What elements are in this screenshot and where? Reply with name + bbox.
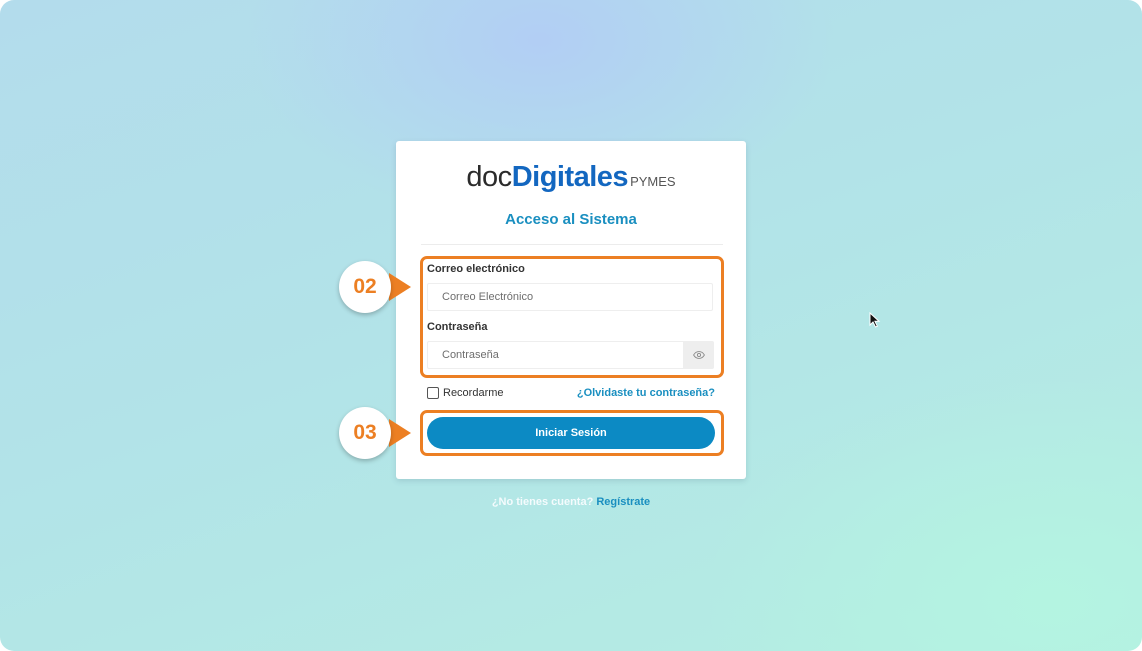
signup-question: ¿No tienes cuenta?	[491, 496, 594, 508]
marker-number: 03	[339, 407, 391, 459]
app-logo: docDigitales PYMES	[396, 161, 746, 194]
marker-arrow-icon	[389, 273, 411, 301]
remember-me: Recordarme	[427, 387, 504, 399]
marker-number: 02	[339, 261, 391, 313]
screen: docDigitales PYMES Acceso al Sistema Corr…	[0, 0, 1142, 651]
signup-link[interactable]: Regístrate	[596, 496, 650, 508]
marker-arrow-icon	[389, 419, 411, 447]
logo-digitales: Digitales	[511, 161, 629, 193]
remember-label: Recordarme	[443, 387, 504, 399]
remember-checkbox[interactable]	[427, 387, 439, 399]
mouse-cursor-icon	[869, 312, 881, 328]
signup-prompt: ¿No tienes cuenta? Regístrate	[0, 496, 1142, 508]
step-marker-03: 03	[339, 407, 411, 459]
highlight-login-button	[420, 410, 724, 456]
logo-doc: doc	[466, 161, 512, 193]
divider	[421, 244, 723, 245]
page-title: Acceso al Sistema	[505, 211, 637, 228]
step-marker-02: 02	[339, 261, 411, 313]
logo-pymes: PYMES	[630, 174, 676, 189]
forgot-password-link[interactable]: ¿Olvidaste tu contraseña?	[577, 387, 715, 399]
highlight-credentials	[420, 256, 724, 378]
